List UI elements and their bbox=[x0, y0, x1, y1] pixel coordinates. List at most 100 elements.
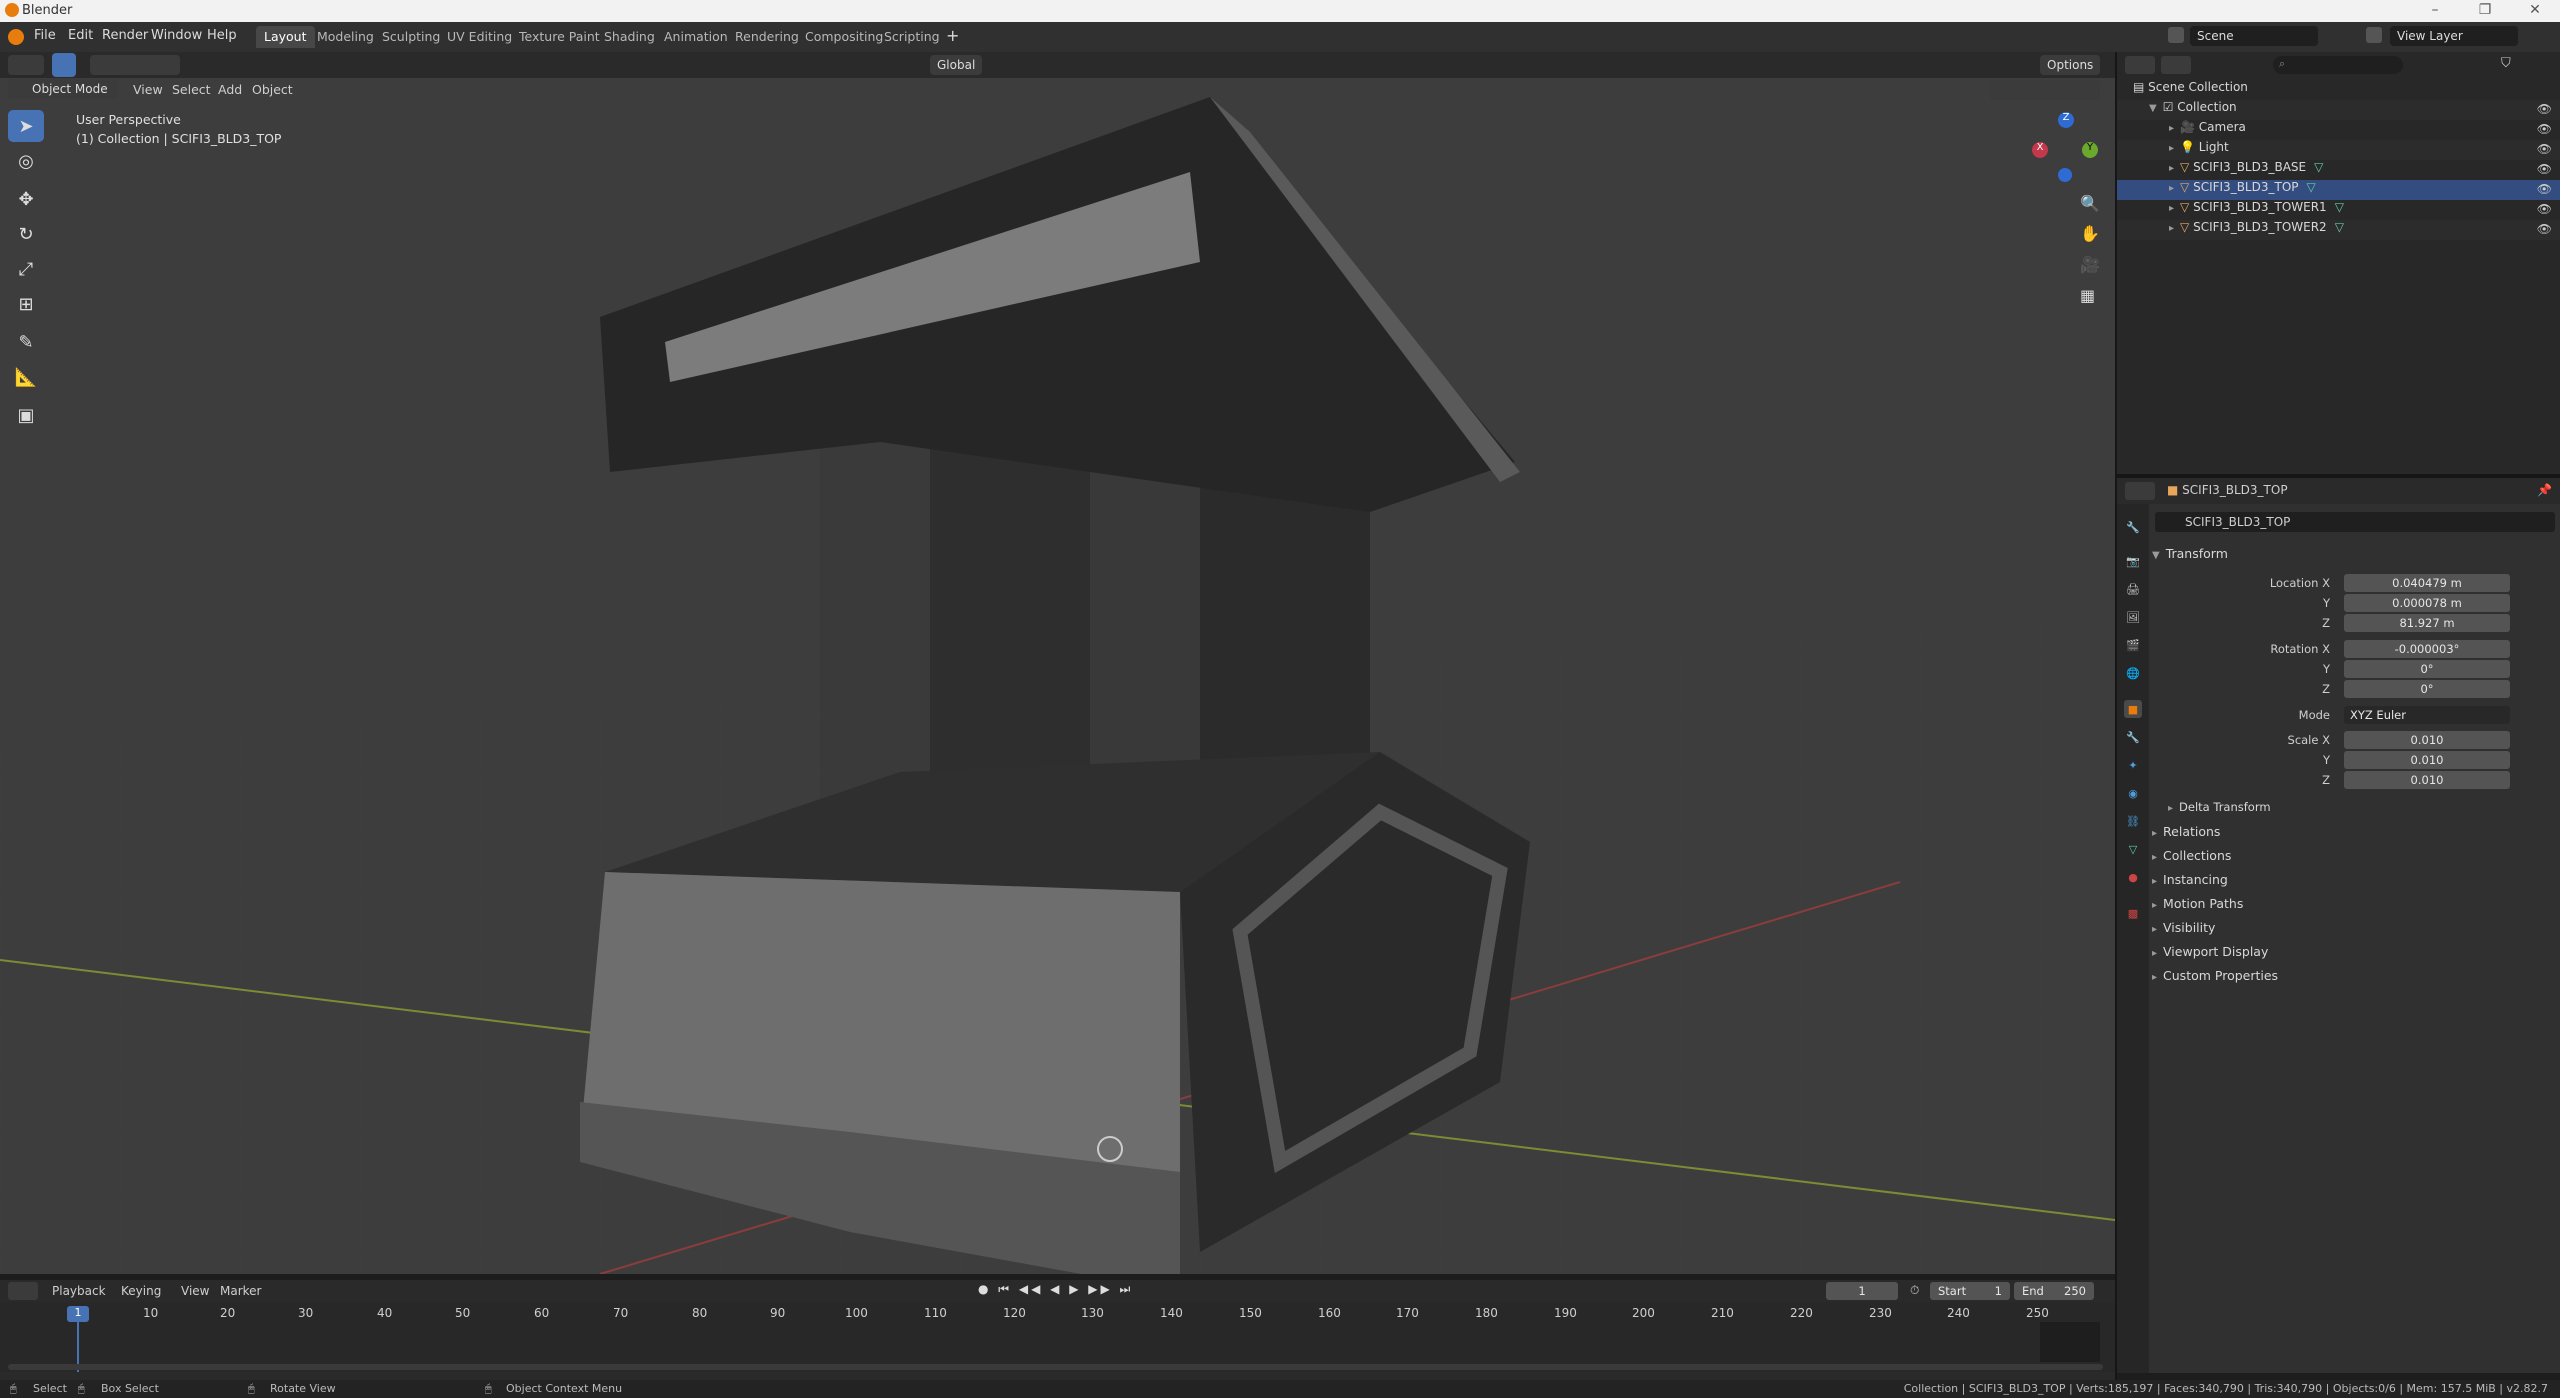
checkbox-icon[interactable]: ☑ bbox=[2163, 100, 2178, 114]
rotation-mode-dropdown[interactable]: XYZ Euler bbox=[2344, 706, 2510, 724]
rotation-z-field[interactable]: 0° bbox=[2344, 680, 2510, 698]
shading-mode-buttons[interactable] bbox=[1990, 80, 2100, 100]
output-tab-icon[interactable]: 🖨 bbox=[2124, 580, 2142, 598]
world-tab-icon[interactable]: 🌐 bbox=[2124, 664, 2142, 682]
viewport-menu-object[interactable]: Object bbox=[252, 82, 293, 97]
object-tab-icon[interactable]: ■ bbox=[2124, 700, 2142, 718]
outliner-item-tower1[interactable]: ▸ ▽ SCIFI3_BLD3_TOWER1 ▽ 👁 bbox=[2117, 200, 2560, 220]
custom-properties-panel-header[interactable]: ▸ Custom Properties bbox=[2152, 968, 2278, 983]
timeline-menu-view[interactable]: View bbox=[181, 1284, 209, 1298]
visibility-eye-icon[interactable]: 👁 bbox=[2537, 162, 2552, 176]
outliner-item-light[interactable]: ▸ 💡 Light 👁 bbox=[2117, 140, 2560, 160]
maximize-icon[interactable]: ❐ bbox=[2465, 2, 2505, 18]
blender-menu-icon[interactable] bbox=[8, 29, 24, 45]
visibility-panel-header[interactable]: ▸ Visibility bbox=[2152, 920, 2215, 935]
3d-viewport[interactable]: Global Options Object Mode View Select A… bbox=[0, 52, 2115, 1274]
scale-tool-icon[interactable]: ⤢ bbox=[8, 253, 44, 285]
camera-view-icon[interactable]: 🎥 bbox=[2080, 255, 2100, 274]
gizmo-z-axis[interactable]: Z bbox=[2058, 112, 2074, 128]
ortho-grid-icon[interactable]: ▦ bbox=[2080, 286, 2095, 305]
menu-render[interactable]: Render bbox=[102, 28, 148, 43]
delta-transform-subpanel[interactable]: ▸ Delta Transform bbox=[2168, 800, 2271, 814]
material-tab-icon[interactable]: ● bbox=[2124, 868, 2142, 886]
annotate-tool-icon[interactable]: ✎ bbox=[8, 326, 44, 358]
minimize-icon[interactable]: – bbox=[2415, 2, 2455, 18]
pan-hand-icon[interactable]: ✋ bbox=[2080, 224, 2100, 243]
add-workspace-icon[interactable]: + bbox=[946, 26, 959, 45]
tab-uv-editing[interactable]: UV Editing bbox=[439, 26, 520, 48]
relations-panel-header[interactable]: ▸ Relations bbox=[2152, 824, 2220, 839]
location-x-field[interactable]: 0.040479 m bbox=[2344, 574, 2510, 592]
instancing-panel-header[interactable]: ▸ Instancing bbox=[2152, 872, 2228, 887]
menu-help[interactable]: Help bbox=[207, 28, 237, 43]
expand-icon[interactable]: ▼ bbox=[2149, 103, 2157, 114]
outliner-search-input[interactable]: ⌕ bbox=[2273, 56, 2403, 74]
scale-x-field[interactable]: 0.010 bbox=[2344, 731, 2510, 749]
timeline-menu-keying[interactable]: Keying bbox=[121, 1284, 161, 1298]
location-y-field[interactable]: 0.000078 m bbox=[2344, 594, 2510, 612]
outliner-item-tower2[interactable]: ▸ ▽ SCIFI3_BLD3_TOWER2 ▽ 👁 bbox=[2117, 220, 2560, 240]
visibility-eye-icon[interactable]: 👁 bbox=[2537, 122, 2552, 136]
select-tool-icon[interactable] bbox=[52, 53, 76, 77]
zoom-icon[interactable]: 🔍 bbox=[2080, 194, 2100, 213]
outliner-item-camera[interactable]: ▸ 🎥 Camera 👁 bbox=[2117, 120, 2560, 140]
scene-tab-icon[interactable]: 🎬 bbox=[2124, 636, 2142, 654]
navigation-gizmo[interactable]: Z Y X bbox=[2030, 112, 2100, 182]
pin-icon[interactable]: 📌 bbox=[2537, 483, 2552, 497]
scale-y-field[interactable]: 0.010 bbox=[2344, 751, 2510, 769]
object-mode-dropdown[interactable]: Object Mode bbox=[8, 79, 118, 99]
outliner-item-top[interactable]: ▸ ▽ SCIFI3_BLD3_TOP ▽ 👁 bbox=[2117, 180, 2560, 200]
timeline-menu-marker[interactable]: Marker bbox=[220, 1284, 261, 1298]
tool-tab-icon[interactable]: 🔧 bbox=[2124, 518, 2142, 536]
rotate-tool-icon[interactable]: ↻ bbox=[8, 218, 44, 250]
viewport-menu-add[interactable]: Add bbox=[218, 82, 242, 97]
scale-z-field[interactable]: 0.010 bbox=[2344, 771, 2510, 789]
transform-panel-header[interactable]: ▼ Transform bbox=[2152, 546, 2228, 561]
physics-tab-icon[interactable]: ◉ bbox=[2124, 784, 2142, 802]
gizmo-y-axis[interactable]: Y bbox=[2082, 142, 2098, 158]
outliner-item-base[interactable]: ▸ ▽ SCIFI3_BLD3_BASE ▽ 👁 bbox=[2117, 160, 2560, 180]
transform-tool-icon[interactable]: ⊞ bbox=[8, 288, 44, 320]
timeline-scrollbar[interactable] bbox=[8, 1364, 2103, 1370]
scene-selector[interactable]: Scene bbox=[2190, 26, 2318, 46]
collections-panel-header[interactable]: ▸ Collections bbox=[2152, 848, 2231, 863]
outliner-collection[interactable]: ▼ ☑ Collection 👁 bbox=[2117, 100, 2560, 120]
visibility-eye-icon[interactable]: 👁 bbox=[2537, 142, 2552, 156]
render-tab-icon[interactable]: 📷 bbox=[2124, 552, 2142, 570]
timeline-menu-playback[interactable]: Playback bbox=[52, 1284, 106, 1298]
constraints-tab-icon[interactable]: ⛓ bbox=[2124, 812, 2142, 830]
start-frame-field[interactable]: Start 1 bbox=[1930, 1282, 2010, 1300]
transform-orientation-dropdown[interactable]: Global bbox=[930, 55, 983, 75]
texture-tab-icon[interactable]: ▩ bbox=[2124, 904, 2142, 922]
mesh-data-tab-icon[interactable]: ▽ bbox=[2124, 840, 2142, 858]
outliner-display-mode-icon[interactable] bbox=[2161, 56, 2191, 74]
select-box-tool-icon[interactable]: ➤ bbox=[8, 110, 44, 142]
editor-type-icon[interactable] bbox=[8, 55, 44, 75]
add-cube-tool-icon[interactable]: ▣ bbox=[8, 399, 44, 431]
gizmo-x-axis[interactable]: X bbox=[2032, 142, 2048, 158]
motion-paths-panel-header[interactable]: ▸ Motion Paths bbox=[2152, 896, 2243, 911]
scene-icon[interactable] bbox=[2168, 27, 2184, 43]
playback-controls[interactable]: ● ⏮ ◀◀ ◀ ▶ ▶▶ ⏭ bbox=[978, 1282, 1133, 1297]
cursor-tool-icon[interactable]: ◎ bbox=[8, 145, 44, 177]
move-tool-icon[interactable]: ✥ bbox=[8, 183, 44, 215]
location-z-field[interactable]: 81.927 m bbox=[2344, 614, 2510, 632]
visibility-eye-icon[interactable]: 👁 bbox=[2537, 102, 2552, 116]
current-frame-field[interactable]: 1 bbox=[1826, 1282, 1898, 1300]
tab-rendering[interactable]: Rendering bbox=[727, 26, 807, 48]
filter-icon[interactable]: ⛉ bbox=[2501, 56, 2511, 71]
particles-tab-icon[interactable]: ✦ bbox=[2124, 756, 2142, 774]
view-layer-selector[interactable]: View Layer bbox=[2390, 26, 2518, 46]
visibility-eye-icon[interactable]: 👁 bbox=[2537, 202, 2552, 216]
object-name-field[interactable]: SCIFI3_BLD3_TOP bbox=[2155, 512, 2555, 532]
tab-modeling[interactable]: Modeling bbox=[309, 26, 382, 48]
measure-tool-icon[interactable]: 📐 bbox=[8, 361, 44, 393]
playhead-frame[interactable]: 1 bbox=[67, 1306, 89, 1322]
timeline-editor-type-icon[interactable] bbox=[8, 1282, 38, 1300]
visibility-eye-icon[interactable]: 👁 bbox=[2537, 222, 2552, 236]
rotation-x-field[interactable]: -0.000003° bbox=[2344, 640, 2510, 658]
menu-file[interactable]: File bbox=[34, 28, 56, 43]
tab-layout[interactable]: Layout bbox=[256, 26, 315, 48]
visibility-eye-icon[interactable]: 👁 bbox=[2537, 182, 2552, 196]
rotation-y-field[interactable]: 0° bbox=[2344, 660, 2510, 678]
